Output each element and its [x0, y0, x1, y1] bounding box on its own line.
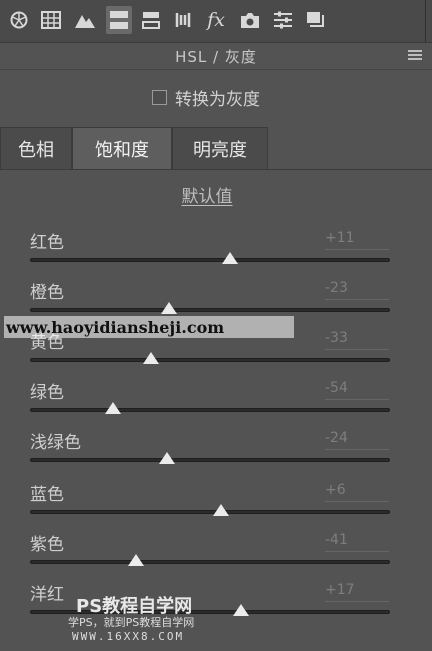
slider-label: 洋红	[30, 585, 64, 605]
tab-luminance[interactable]: 明亮度	[172, 127, 268, 169]
slider-label: 橙色	[30, 283, 64, 303]
slider-track[interactable]	[30, 358, 390, 362]
slider-value[interactable]: -24	[325, 430, 389, 450]
slider-thumb[interactable]	[104, 402, 121, 414]
slider-row-magenta: 洋红 +17	[0, 580, 432, 630]
slider-value[interactable]: -23	[325, 280, 389, 300]
slider-value[interactable]: -41	[325, 532, 389, 552]
slider-row-blue: 蓝色 +6	[0, 480, 432, 530]
slider-value[interactable]: -33	[325, 330, 389, 350]
slider-value[interactable]: +17	[325, 582, 389, 602]
watermark-url: www.haoyidiansheji.com	[4, 316, 294, 338]
slider-thumb[interactable]	[212, 504, 229, 516]
mountain-icon[interactable]	[72, 6, 98, 34]
fx-icon[interactable]: fx	[203, 6, 229, 34]
panel-title: HSL / 灰度	[0, 43, 432, 70]
convert-grayscale-checkbox[interactable]	[152, 89, 167, 105]
aperture-icon[interactable]	[6, 6, 32, 34]
slider-label: 浅绿色	[30, 433, 81, 453]
detail-icon[interactable]	[170, 6, 196, 34]
slider-value[interactable]: +6	[325, 482, 389, 502]
panel-menu-icon[interactable]	[408, 50, 422, 61]
slider-label: 紫色	[30, 535, 64, 555]
slider-label: 绿色	[30, 383, 64, 403]
slider-thumb[interactable]	[232, 604, 249, 616]
histogram-grid-icon[interactable]	[38, 6, 64, 34]
slider-value[interactable]: +11	[325, 230, 389, 250]
toolbar-divider	[425, 0, 426, 42]
watermark-site: WWW.16XX8.COM	[72, 630, 185, 643]
convert-grayscale-label: 转换为灰度	[175, 89, 260, 110]
slider-value[interactable]: -54	[325, 380, 389, 400]
slider-thumb[interactable]	[142, 352, 159, 364]
slider-thumb[interactable]	[158, 452, 175, 464]
convert-grayscale-option[interactable]: 转换为灰度	[152, 86, 260, 110]
slider-row-aqua: 浅绿色 -24	[0, 428, 432, 478]
hsl-icon[interactable]	[106, 6, 132, 34]
presets-icon[interactable]	[303, 6, 329, 34]
slider-track[interactable]	[30, 458, 390, 462]
slider-track[interactable]	[30, 258, 390, 262]
slider-track[interactable]	[30, 308, 390, 312]
tab-hue[interactable]: 色相	[0, 127, 72, 169]
watermark-subtitle: 学PS，就到PS教程自学网	[68, 616, 195, 629]
slider-row-green: 绿色 -54	[0, 378, 432, 428]
slider-thumb[interactable]	[128, 554, 145, 566]
tab-saturation[interactable]: 饱和度	[72, 127, 172, 169]
slider-track[interactable]	[30, 408, 390, 412]
slider-thumb[interactable]	[221, 252, 238, 264]
tab-bar: 色相 饱和度 明亮度	[0, 127, 432, 170]
sliders-icon[interactable]	[270, 6, 296, 34]
slider-label: 蓝色	[30, 485, 64, 505]
slider-row-red: 红色 +11	[0, 228, 432, 278]
split-toning-icon[interactable]	[138, 6, 164, 34]
default-link[interactable]: 默认值	[0, 182, 414, 207]
slider-thumb[interactable]	[160, 302, 177, 314]
panel-toolbar: fx	[0, 0, 432, 43]
slider-track[interactable]	[30, 510, 390, 514]
slider-label: 红色	[30, 233, 64, 253]
slider-row-purple: 紫色 -41	[0, 530, 432, 580]
slider-track[interactable]	[30, 560, 390, 564]
camera-icon[interactable]	[237, 6, 263, 34]
